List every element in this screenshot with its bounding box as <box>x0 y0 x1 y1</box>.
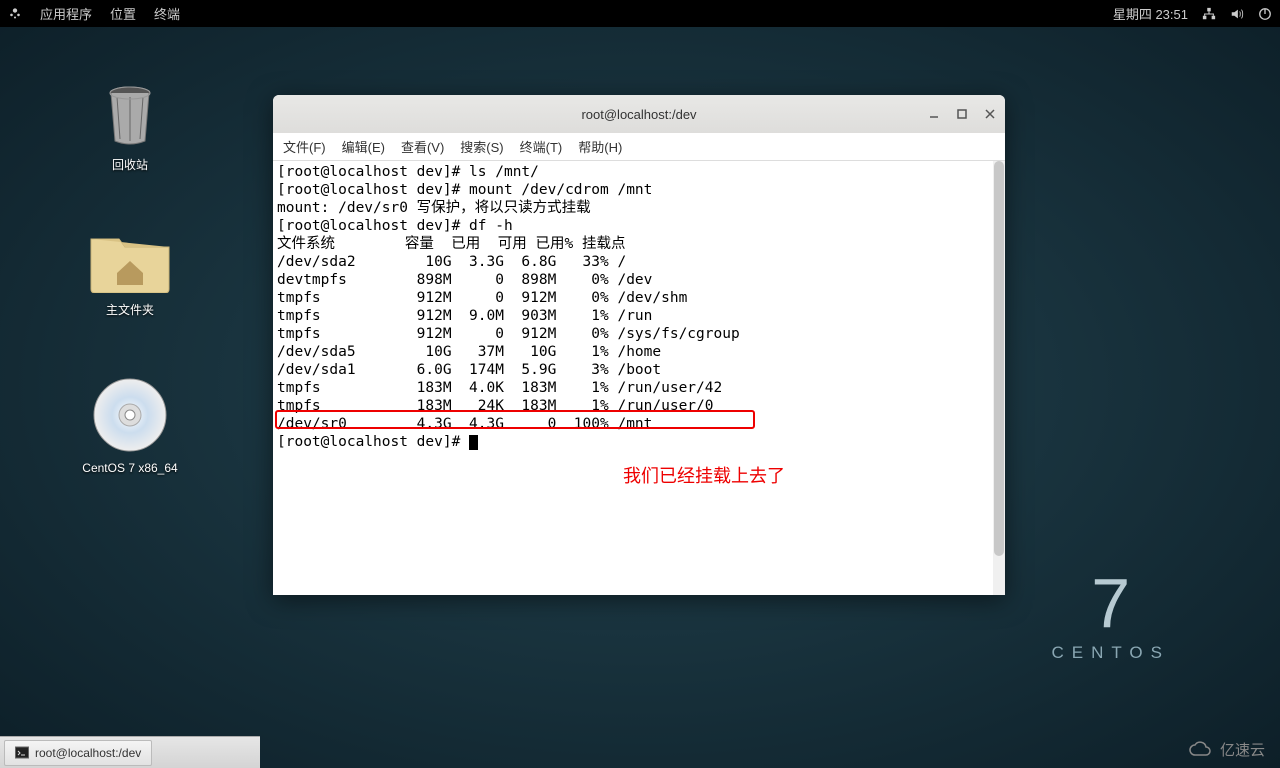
terminal-line: /dev/sda2 10G 3.3G 6.8G 33% / <box>277 254 626 270</box>
terminal-menubar: 文件(F) 编辑(E) 查看(V) 搜索(S) 终端(T) 帮助(H) <box>273 133 1005 161</box>
terminal-icon <box>15 746 29 760</box>
desktop-icon-disc[interactable]: CentOS 7 x86_64 <box>70 375 190 475</box>
menu-applications[interactable]: 应用程序 <box>40 4 92 23</box>
brand-name: CENTOS <box>1051 643 1170 663</box>
disc-icon <box>90 375 170 455</box>
desktop-icon-trash[interactable]: 回收站 <box>70 80 190 173</box>
terminal-line: tmpfs 912M 0 912M 0% /dev/shm <box>277 290 687 306</box>
terminal-line: [root@localhost dev]# mount /dev/cdrom /… <box>277 182 652 198</box>
wallpaper-brand: 7 CENTOS <box>1051 563 1170 663</box>
annotation-box <box>275 410 755 429</box>
terminal-window: root@localhost:/dev 文件(F) 编辑(E) 查看(V) 搜索… <box>273 95 1005 595</box>
terminal-line: tmpfs 183M 4.0K 183M 1% /run/user/42 <box>277 380 722 396</box>
terminal-line: tmpfs 912M 0 912M 0% /sys/fs/cgroup <box>277 326 740 342</box>
maximize-button[interactable] <box>955 107 969 121</box>
cursor-icon <box>469 435 478 450</box>
terminal-line: [root@localhost dev]# df -h <box>277 218 513 234</box>
minimize-button[interactable] <box>927 107 941 121</box>
terminal-line: /dev/sda5 10G 37M 10G 1% /home <box>277 344 661 360</box>
power-icon[interactable] <box>1258 7 1272 21</box>
volume-icon[interactable] <box>1230 7 1244 21</box>
brand-seven: 7 <box>1051 563 1170 643</box>
bottom-taskbar: root@localhost:/dev <box>0 736 260 768</box>
menu-terminal[interactable]: 终端(T) <box>520 137 563 156</box>
top-panel: 应用程序 位置 终端 星期四 23:51 <box>0 0 1280 27</box>
terminal-line: tmpfs 912M 9.0M 903M 1% /run <box>277 308 652 324</box>
terminal-line: [root@localhost dev]# ls /mnt/ <box>277 164 539 180</box>
gnome-logo-icon <box>8 7 22 21</box>
desktop-icon-home[interactable]: 主文件夹 <box>70 220 190 318</box>
menu-help[interactable]: 帮助(H) <box>578 137 622 156</box>
menu-search[interactable]: 搜索(S) <box>460 137 503 156</box>
watermark-text: 亿速云 <box>1220 739 1265 760</box>
annotation-text: 我们已经挂载上去了 <box>623 467 785 485</box>
clock[interactable]: 星期四 23:51 <box>1113 4 1188 23</box>
terminal-line: mount: /dev/sr0 写保护，将以只读方式挂载 <box>277 200 591 216</box>
watermark: 亿速云 <box>1188 739 1265 760</box>
menu-terminal[interactable]: 终端 <box>154 4 180 23</box>
menu-view[interactable]: 查看(V) <box>401 137 444 156</box>
menu-file[interactable]: 文件(F) <box>283 137 326 156</box>
terminal-line: 文件系统 容量 已用 可用 已用% 挂载点 <box>277 236 625 252</box>
terminal-line: /dev/sda1 6.0G 174M 5.9G 3% /boot <box>277 362 661 378</box>
terminal-body[interactable]: [root@localhost dev]# ls /mnt/ [root@loc… <box>273 161 1005 595</box>
taskbar-item-label: root@localhost:/dev <box>35 746 141 760</box>
folder-home-icon <box>85 220 175 295</box>
window-titlebar[interactable]: root@localhost:/dev <box>273 95 1005 133</box>
terminal-line: devtmpfs 898M 0 898M 0% /dev <box>277 272 652 288</box>
scrollbar-thumb[interactable] <box>994 161 1004 556</box>
network-icon[interactable] <box>1202 7 1216 21</box>
taskbar-item-terminal[interactable]: root@localhost:/dev <box>4 740 152 766</box>
cloud-icon <box>1188 741 1214 759</box>
menu-edit[interactable]: 编辑(E) <box>342 137 385 156</box>
window-title: root@localhost:/dev <box>581 107 696 122</box>
terminal-prompt: [root@localhost dev]# <box>277 434 469 450</box>
trash-icon <box>100 80 160 150</box>
desktop-icon-label: 主文件夹 <box>70 301 190 318</box>
desktop-icon-label: 回收站 <box>70 156 190 173</box>
menu-places[interactable]: 位置 <box>110 4 136 23</box>
desktop-icon-label: CentOS 7 x86_64 <box>70 461 190 475</box>
close-button[interactable] <box>983 107 997 121</box>
